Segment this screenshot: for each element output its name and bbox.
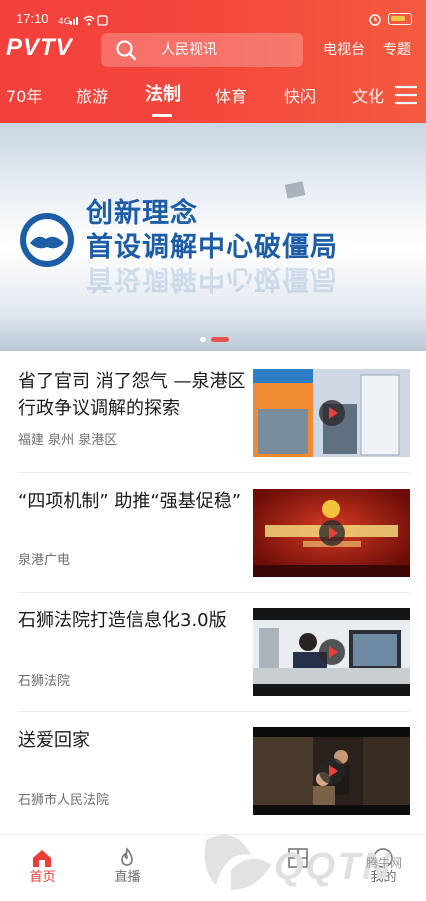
search-icon [116, 40, 137, 61]
menu-icon[interactable] [394, 84, 418, 106]
status-right [368, 12, 412, 26]
tv-station-link[interactable]: 电视台 [323, 42, 365, 58]
divider [18, 711, 410, 712]
nav-live-label: 直播 [114, 870, 141, 885]
search-placeholder: 人民视讯 [161, 42, 217, 58]
svg-text:4G: 4G [58, 17, 71, 26]
play-icon[interactable] [319, 400, 345, 426]
tab-sports[interactable]: 体育 [215, 88, 247, 106]
carousel-indicator [200, 337, 229, 342]
banner-headline-2: 首设调解中心破僵局 [86, 232, 338, 263]
carousel-dot[interactable] [200, 337, 206, 342]
news-source: 福建 泉州 泉港区 [18, 433, 118, 448]
site-watermark: QQTN 腾牛网 [196, 820, 426, 900]
banner-headline-1: 创新理念 [86, 198, 198, 229]
category-tabs: 70年 旅游 法制 体育 快闪 文化 [0, 78, 426, 123]
news-thumbnail [253, 608, 410, 696]
news-item-3[interactable]: 石狮法院打造信息化3.0版 石狮法院 [0, 596, 426, 716]
news-source: 石狮法院 [18, 674, 71, 689]
news-thumbnail [253, 489, 410, 577]
status-bar: 17:10 4G [0, 0, 426, 28]
signal-icons: 4G [58, 14, 110, 26]
news-item-1[interactable]: 省了官司 消了怨气 —泉港区行政争议调解的探索 福建 泉州 泉港区 [0, 357, 426, 477]
active-tab-indicator [152, 114, 172, 117]
news-title: “四项机制” 助推“强基促稳” [18, 491, 242, 512]
carousel-dot-active[interactable] [211, 337, 229, 342]
tab-travel[interactable]: 旅游 [76, 88, 108, 106]
banner-reflection: 首设调解中心破僵局 [86, 263, 338, 294]
news-title: 石狮法院打造信息化3.0版 [18, 610, 227, 631]
search-box[interactable]: 人民视讯 [101, 33, 303, 67]
news-item-2[interactable]: “四项机制” 助推“强基促稳” 泉港广电 [0, 477, 426, 597]
news-source: 石狮市人民法院 [18, 793, 110, 808]
flame-icon [121, 847, 133, 866]
watermark-logo-icon [204, 835, 271, 890]
alarm-icon [369, 14, 381, 26]
app-logo: PVTV [6, 34, 73, 61]
handshake-emblem-icon [20, 213, 74, 267]
nav-home-label: 首页 [29, 870, 56, 885]
news-title: 省了官司 消了怨气 —泉港区行政争议调解的探索 [18, 371, 246, 419]
news-title: 送爱回家 [18, 730, 90, 751]
top-bar: PVTV 人民视讯 电视台 专题 [0, 30, 426, 70]
news-source: 泉港广电 [18, 553, 71, 568]
tab-law[interactable]: 法制 [145, 86, 181, 104]
tab-culture[interactable]: 文化 [352, 88, 384, 106]
status-time: 17:10 [16, 11, 49, 26]
play-icon[interactable] [319, 758, 345, 784]
special-topic-link[interactable]: 专题 [383, 42, 411, 58]
divider [18, 592, 410, 593]
news-item-4[interactable]: 送爱回家 石狮市人民法院 [0, 715, 426, 835]
battery-icon [388, 13, 412, 25]
play-icon[interactable] [319, 520, 345, 546]
hero-banner[interactable]: 创新理念 首设调解中心破僵局 首设调解中心破僵局 [0, 123, 426, 351]
tab-70-years[interactable]: 70年 [6, 88, 42, 106]
app-header: 17:10 4G PVTV 人民视讯 电视台 专题 70年 旅游 法制 体育 快… [0, 0, 426, 123]
play-icon[interactable] [319, 639, 345, 665]
news-thumbnail [253, 727, 410, 815]
nav-home[interactable]: 首页 [0, 835, 85, 901]
tab-flash-mob[interactable]: 快闪 [284, 88, 316, 106]
watermark-site: 腾牛网 [366, 856, 403, 870]
nav-live[interactable]: 直播 [85, 835, 170, 901]
news-thumbnail [253, 369, 410, 457]
banner-decoration [284, 181, 306, 199]
home-icon [33, 850, 51, 867]
divider [18, 472, 410, 473]
